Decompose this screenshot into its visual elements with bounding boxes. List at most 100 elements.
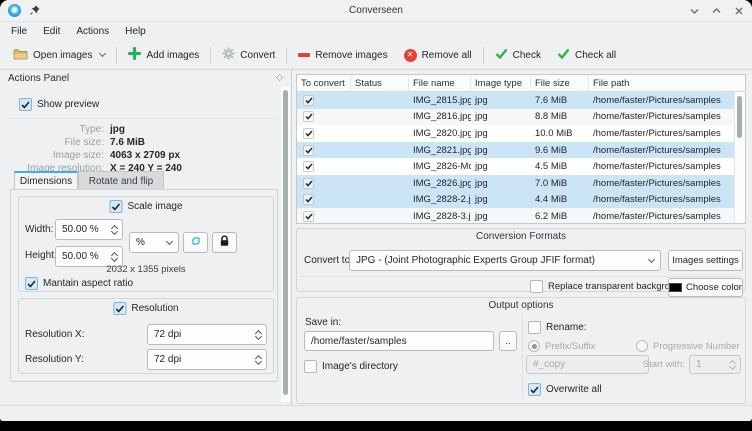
menu-actions[interactable]: Actions <box>68 24 117 39</box>
table-scrollbar-thumb[interactable] <box>737 96 742 138</box>
rename-checkbox[interactable]: Rename: <box>528 321 587 334</box>
replace-transparent-checkbox[interactable]: Replace transparent background <box>530 280 686 293</box>
column-header-to-convert[interactable]: To convert <box>297 75 351 91</box>
tab-dimensions[interactable]: Dimensions <box>14 171 78 190</box>
cell-file-path: /home/faster/Pictures/samples <box>589 111 735 122</box>
column-header-file-name[interactable]: File name <box>409 75 471 91</box>
folder-open-icon <box>13 48 28 63</box>
spinner-arrows-icon[interactable] <box>730 361 737 369</box>
table-row[interactable]: IMG_2821.jpg jpg 9.6 MiB /home/faster/Pi… <box>297 142 735 159</box>
row-checkbox[interactable] <box>303 178 314 189</box>
check-icon <box>495 48 508 62</box>
checkbox-box-icon <box>528 321 541 334</box>
row-checkbox[interactable] <box>303 111 314 122</box>
table-row[interactable]: IMG_2828-2.jpg jpg 4.4 MiB /home/faster/… <box>297 192 735 209</box>
cell-file-path: /home/faster/Pictures/samples <box>589 145 735 156</box>
tab-rotate-and-flip[interactable]: Rotate and flip <box>78 171 164 190</box>
resolution-group: Resolution Resolution X: 72 dpi Resoluti… <box>18 298 274 374</box>
unit-combobox[interactable]: % <box>129 232 179 253</box>
progressive-number-radio[interactable]: Progressive Number <box>636 340 740 352</box>
circle-x-icon: ✕ <box>404 49 417 62</box>
scale-image-checkbox[interactable]: Scale image <box>109 200 182 213</box>
maximize-button[interactable] <box>711 5 722 16</box>
check-button[interactable]: Check <box>487 43 549 67</box>
overwrite-all-checkbox[interactable]: Overwrite all <box>528 383 602 396</box>
column-header-file-path[interactable]: File path <box>589 75 735 91</box>
cell-to-convert <box>297 128 351 139</box>
cell-file-path: /home/faster/Pictures/samples <box>589 194 735 205</box>
row-checkbox[interactable] <box>303 128 314 139</box>
panel-scrollbar[interactable] <box>281 87 290 402</box>
convert-button[interactable]: Convert <box>214 43 283 67</box>
menubar: File Edit Actions Help <box>0 22 752 41</box>
minimize-button[interactable] <box>689 5 700 16</box>
start-with-label: Start with: <box>627 359 685 370</box>
table-row[interactable]: IMG_2816.jpg jpg 8.8 MiB /home/faster/Pi… <box>297 109 735 126</box>
table-row[interactable]: IMG_2826.jpg jpg 7.0 MiB /home/faster/Pi… <box>297 175 735 192</box>
checkbox-box-icon <box>109 200 122 213</box>
remove-images-button[interactable]: Remove images <box>290 43 395 67</box>
open-images-button[interactable]: Open images <box>5 43 113 67</box>
toolbar: Open images Add images Convert Remove im… <box>0 41 752 70</box>
column-header-file-size[interactable]: File size <box>531 75 589 91</box>
menu-edit[interactable]: Edit <box>35 24 68 39</box>
start-with-spinbox[interactable]: 1 <box>689 355 741 374</box>
maintain-aspect-ratio-checkbox[interactable]: Mantain aspect ratio <box>25 277 133 290</box>
table-row[interactable]: IMG_2826-Mo... jpg 4.5 MiB /home/faster/… <box>297 158 735 175</box>
row-checkbox[interactable] <box>303 95 314 106</box>
width-spinbox[interactable]: 50.00 % <box>55 219 123 240</box>
radio-circle-icon <box>528 340 540 352</box>
prefix-suffix-radio[interactable]: Prefix/Suffix <box>528 340 596 352</box>
row-checkbox[interactable] <box>303 211 314 222</box>
cell-file-path: /home/faster/Pictures/samples <box>589 161 735 172</box>
refresh-dimensions-button[interactable] <box>183 232 208 253</box>
row-checkbox[interactable] <box>303 161 314 172</box>
row-checkbox[interactable] <box>303 145 314 156</box>
resolution-y-spinbox[interactable]: 72 dpi <box>147 349 267 370</box>
lock-aspect-button[interactable] <box>212 232 237 253</box>
menu-file[interactable]: File <box>3 24 35 39</box>
images-settings-button[interactable]: Images settings <box>668 250 743 271</box>
row-checkbox[interactable] <box>303 194 314 205</box>
table-row[interactable]: IMG_2828-3.jpg jpg 6.2 MiB /home/faster/… <box>297 208 735 223</box>
check-label: Check <box>513 50 541 61</box>
close-button[interactable] <box>733 5 744 16</box>
table-row[interactable]: IMG_2815.jpg jpg 7.6 MiB /home/faster/Pi… <box>297 92 735 109</box>
choose-color-button[interactable]: Choose color <box>668 278 743 297</box>
resolution-checkbox[interactable]: Resolution <box>113 302 178 315</box>
separator <box>8 118 276 119</box>
resolution-x-spinbox[interactable]: 72 dpi <box>147 324 267 345</box>
images-directory-checkbox[interactable]: Image's directory <box>304 360 398 373</box>
cell-image-type: jpg <box>471 194 531 205</box>
show-preview-checkbox[interactable]: Show preview <box>19 98 99 111</box>
float-panel-icon[interactable]: ◇ <box>276 74 283 83</box>
save-in-input[interactable]: /home/faster/samples <box>304 331 494 351</box>
add-plus-icon <box>128 47 141 63</box>
column-header-image-type[interactable]: Image type <box>471 75 531 91</box>
browse-button[interactable]: .. <box>499 331 517 351</box>
panel-scrollbar-thumb[interactable] <box>283 90 288 395</box>
info-row-type: Type: jpg <box>0 123 282 136</box>
spinner-arrows-icon[interactable] <box>256 331 263 339</box>
cell-file-path: /home/faster/Pictures/samples <box>589 95 735 106</box>
color-swatch <box>669 283 682 292</box>
column-header-status[interactable]: Status <box>351 75 409 91</box>
menu-help[interactable]: Help <box>117 24 154 39</box>
format-combobox[interactable]: JPG - (Joint Photographic Experts Group … <box>349 250 661 271</box>
cell-file-path: /home/faster/Pictures/samples <box>589 128 735 139</box>
spinner-arrows-icon[interactable] <box>112 226 119 234</box>
main-area: Actions Panel ◇ Show preview Type: jpg F… <box>0 70 752 405</box>
table-header: To convert Status File name Image type F… <box>297 75 745 92</box>
spinner-arrows-icon[interactable] <box>112 253 119 261</box>
table-scrollbar[interactable] <box>734 92 744 222</box>
image-info: Type: jpg File size: 7.6 MiB Image size:… <box>0 123 282 175</box>
toolbar-separator <box>116 47 117 64</box>
conversion-formats-group: Conversion Formats Convert to: JPG - (Jo… <box>296 228 746 292</box>
resolution-x-label: Resolution X: <box>25 329 84 340</box>
cell-to-convert <box>297 211 351 222</box>
check-all-button[interactable]: Check all <box>549 43 624 67</box>
spinner-arrows-icon[interactable] <box>256 356 263 364</box>
add-images-button[interactable]: Add images <box>120 43 207 67</box>
table-row[interactable]: IMG_2820.jpg jpg 10.0 MiB /home/faster/P… <box>297 125 735 142</box>
remove-all-button[interactable]: ✕ Remove all <box>396 43 480 67</box>
